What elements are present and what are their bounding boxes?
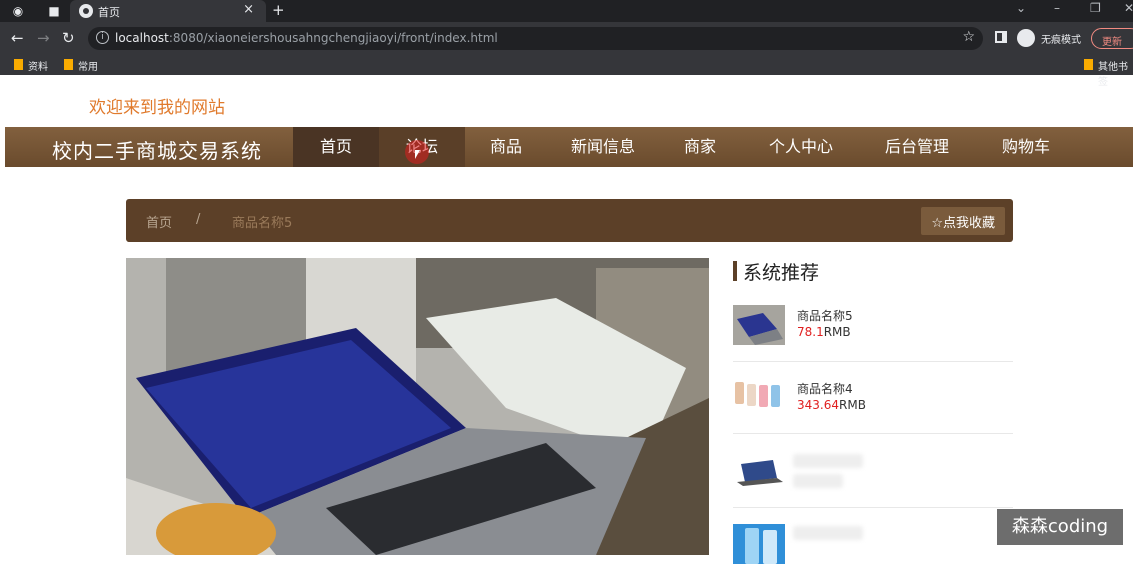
close-window-icon[interactable]: ✕ — [1124, 1, 1133, 15]
site-info-icon[interactable]: i — [96, 31, 109, 44]
site-title: 校内二手商城交易系统 — [52, 139, 262, 163]
recommend-item-price: 343.64RMB — [797, 398, 866, 412]
recommend-item-name: 商品名称4 — [797, 382, 853, 396]
restore-icon[interactable]: ❐ — [1090, 1, 1101, 15]
nav-products[interactable]: 商品 — [465, 127, 547, 167]
url-path: :8080/xiaoneiershousahngchengjiaoyi/fron… — [168, 31, 498, 45]
bookmark-star-icon[interactable]: ☆ — [962, 29, 975, 45]
main-nav: 校内二手商城交易系统 首页 论坛 商品 新闻信息 商家 个人中心 后台管理 购物… — [5, 127, 1133, 167]
recommend-thumb — [733, 376, 785, 416]
welcome-text: 欢迎来到我的网站 — [89, 98, 225, 118]
recommend-item[interactable] — [733, 436, 1013, 508]
url-host: localhost — [115, 31, 169, 45]
breadcrumb-separator: / — [196, 212, 201, 227]
nav-cart[interactable]: 购物车 — [985, 127, 1067, 167]
recommend-item-name-blurred — [793, 526, 863, 540]
other-bookmarks[interactable]: 其他书签 — [1084, 58, 1133, 88]
price-unit: RMB — [823, 325, 851, 339]
tab-title: 首页 — [98, 6, 120, 19]
minimize-icon[interactable]: – — [1054, 1, 1060, 15]
nav-merchants[interactable]: 商家 — [659, 127, 741, 167]
recommend-item-name-blurred — [793, 454, 863, 468]
recommend-item[interactable]: 商品名称5 78.1RMB — [733, 290, 1013, 362]
breadcrumb-home[interactable]: 首页 — [146, 212, 172, 231]
watermark: 森森coding — [997, 509, 1123, 545]
tab-search-icon[interactable]: ⌄ — [1016, 1, 1026, 15]
recommend-thumb — [733, 305, 785, 345]
price-unit: RMB — [839, 398, 866, 412]
update-button[interactable]: 更新 — [1091, 28, 1133, 49]
reload-icon[interactable]: ↻ — [62, 29, 75, 47]
url-field[interactable]: i localhost:8080/xiaoneiershousahngcheng… — [88, 27, 983, 50]
bookmark-folder-changyong[interactable]: 常用 — [64, 58, 98, 73]
recommend-thumb — [733, 524, 785, 564]
new-tab-button[interactable]: + — [272, 1, 285, 19]
nav-home[interactable]: 首页 — [293, 127, 379, 167]
bookmark-folder-ziliao[interactable]: 资料 — [14, 58, 48, 73]
forward-icon[interactable]: → — [37, 29, 50, 47]
tab-strip-icon[interactable]: ■ — [46, 3, 62, 19]
favorite-button[interactable]: ☆点我收藏 — [921, 207, 1005, 235]
side-panel-icon[interactable] — [995, 31, 1007, 43]
bookmarks-bar: 资料 常用 其他书签 — [0, 55, 1133, 88]
address-bar: ← → ↻ i localhost:8080/xiaoneiershousahn… — [0, 22, 1133, 55]
browser-tab[interactable]: 首页 × — [70, 0, 266, 22]
recommend-item-name: 商品名称5 — [797, 309, 853, 323]
price-value: 78.1 — [797, 325, 824, 339]
tab-favicon-icon — [79, 4, 93, 18]
nav-user-center[interactable]: 个人中心 — [755, 127, 847, 167]
recommend-item-price-blurred — [793, 474, 843, 488]
breadcrumb-current: 商品名称5 — [232, 216, 293, 231]
url-text: localhost:8080/xiaoneiershousahngchengji… — [115, 31, 498, 45]
price-value: 343.64 — [797, 398, 839, 412]
incognito-avatar-icon[interactable] — [1017, 29, 1035, 47]
recommend-item[interactable] — [733, 510, 1013, 582]
browser-logo-icon[interactable]: ◉ — [10, 3, 26, 19]
nav-admin[interactable]: 后台管理 — [871, 127, 963, 167]
product-image[interactable] — [126, 258, 709, 555]
mouse-cursor-icon — [405, 140, 429, 164]
recommend-heading: 系统推荐 — [733, 258, 819, 285]
nav-news[interactable]: 新闻信息 — [557, 127, 649, 167]
incognito-label[interactable]: 无痕模式 — [1041, 31, 1081, 46]
recommend-thumb — [733, 452, 785, 492]
breadcrumb: 首页 / 商品名称5 ☆点我收藏 — [126, 199, 1013, 242]
browser-tab-bar: ◉ ■ 首页 × + ⌄ – ❐ ✕ — [0, 0, 1133, 22]
tab-close-icon[interactable]: × — [243, 2, 254, 17]
recommend-item[interactable]: 商品名称4 343.64RMB — [733, 362, 1013, 434]
recommend-item-price: 78.1RMB — [797, 325, 851, 339]
back-icon[interactable]: ← — [11, 29, 24, 47]
